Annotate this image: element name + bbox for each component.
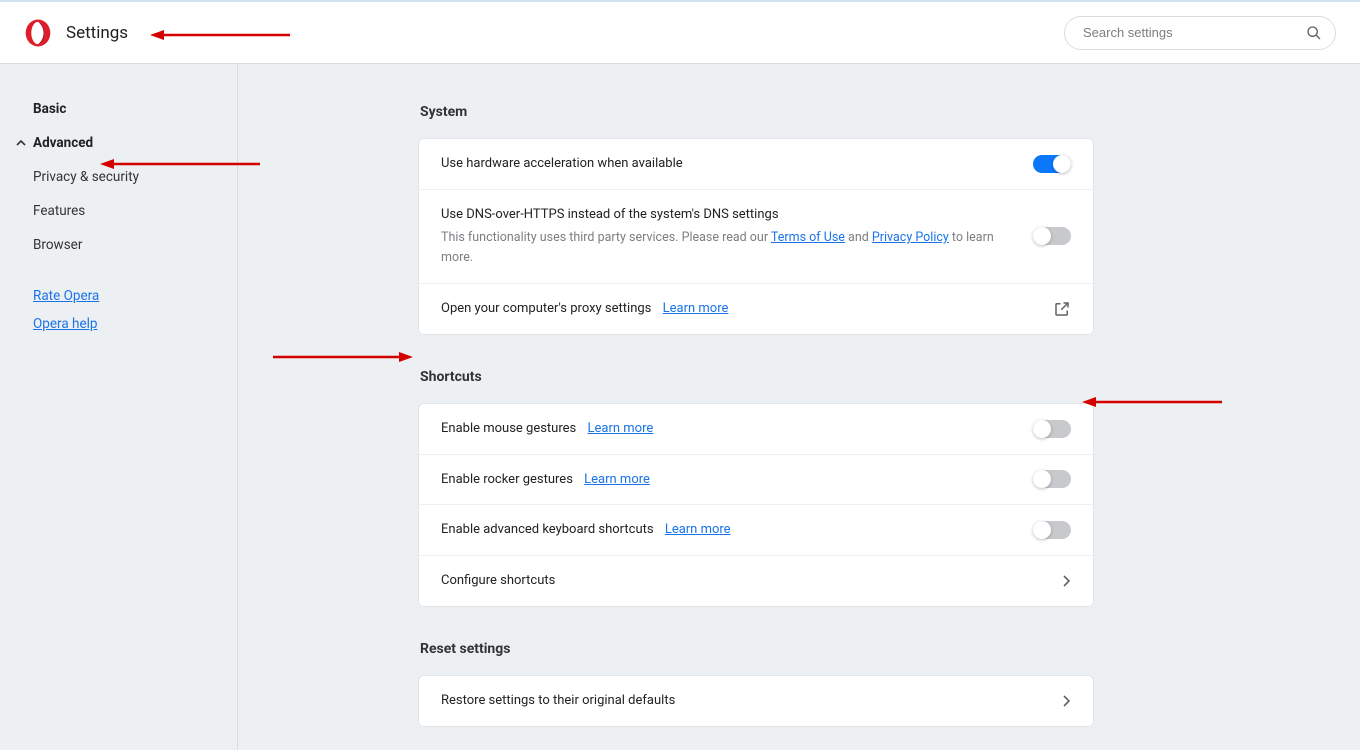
row-proxy: Open your computer's proxy settings Lear… [419,284,1093,334]
sidebar-item-features[interactable]: Features [0,194,237,228]
system-card: Use hardware acceleration when available… [418,138,1094,335]
link-privacy-policy[interactable]: Privacy Policy [872,230,949,245]
link-learn-more[interactable]: Learn more [587,421,653,436]
sidebar-link-help[interactable]: Opera help [0,310,237,338]
chevron-right-icon [1061,695,1071,707]
search-icon [1306,25,1322,41]
sidebar-link-rate[interactable]: Rate Opera [0,282,237,310]
row-label: Use DNS-over-HTTPS instead of the system… [441,205,1017,225]
sidebar-item-advanced[interactable]: Advanced [0,126,237,160]
row-label: Use hardware acceleration when available [441,154,1017,174]
chevron-up-icon [15,137,27,149]
toggle-hw-accel[interactable] [1033,155,1071,173]
row-label: Enable advanced keyboard shortcuts Learn… [441,520,1017,540]
row-mouse-gestures: Enable mouse gestures Learn more [419,404,1093,455]
row-keyboard-shortcuts: Enable advanced keyboard shortcuts Learn… [419,505,1093,556]
external-link-icon[interactable] [1053,300,1071,318]
row-dns: Use DNS-over-HTTPS instead of the system… [419,190,1093,285]
row-restore-defaults[interactable]: Restore settings to their original defau… [419,676,1093,726]
toggle-mouse-gestures[interactable] [1033,420,1071,438]
page-title: Settings [66,23,128,43]
row-sublabel: This functionality uses third party serv… [441,228,1017,268]
link-terms-of-use[interactable]: Terms of Use [771,230,845,245]
link-learn-more[interactable]: Learn more [665,522,731,537]
shortcuts-card: Enable mouse gestures Learn more Enable … [418,403,1094,607]
sidebar: Basic Advanced Privacy & security Featur… [0,64,238,750]
link-learn-more[interactable]: Learn more [584,472,650,487]
opera-logo-icon [24,19,52,47]
row-label: Enable mouse gestures Learn more [441,419,1017,439]
header-bar: Settings [0,0,1360,64]
toggle-keyboard-shortcuts[interactable] [1033,521,1071,539]
row-label: Configure shortcuts [441,571,1045,591]
sidebar-item-basic[interactable]: Basic [0,92,237,126]
row-configure-shortcuts[interactable]: Configure shortcuts [419,556,1093,606]
row-hw-accel: Use hardware acceleration when available [419,139,1093,190]
section-title-shortcuts: Shortcuts [420,369,1094,385]
section-title-system: System [420,104,1094,120]
reset-card: Restore settings to their original defau… [418,675,1094,727]
sidebar-item-privacy[interactable]: Privacy & security [0,160,237,194]
section-title-reset: Reset settings [420,641,1094,657]
row-label: Enable rocker gestures Learn more [441,470,1017,490]
sidebar-item-browser[interactable]: Browser [0,228,237,262]
row-rocker-gestures: Enable rocker gestures Learn more [419,455,1093,506]
sidebar-item-label: Advanced [33,135,93,151]
chevron-right-icon [1061,575,1071,587]
toggle-rocker-gestures[interactable] [1033,470,1071,488]
toggle-dns[interactable] [1033,227,1071,245]
row-label: Open your computer's proxy settings Lear… [441,299,1019,319]
row-label: Restore settings to their original defau… [441,691,1045,711]
search-input[interactable] [1064,16,1336,50]
link-learn-more[interactable]: Learn more [663,301,729,316]
search-wrap [1064,16,1336,50]
main-content: System Use hardware acceleration when av… [238,64,1360,750]
